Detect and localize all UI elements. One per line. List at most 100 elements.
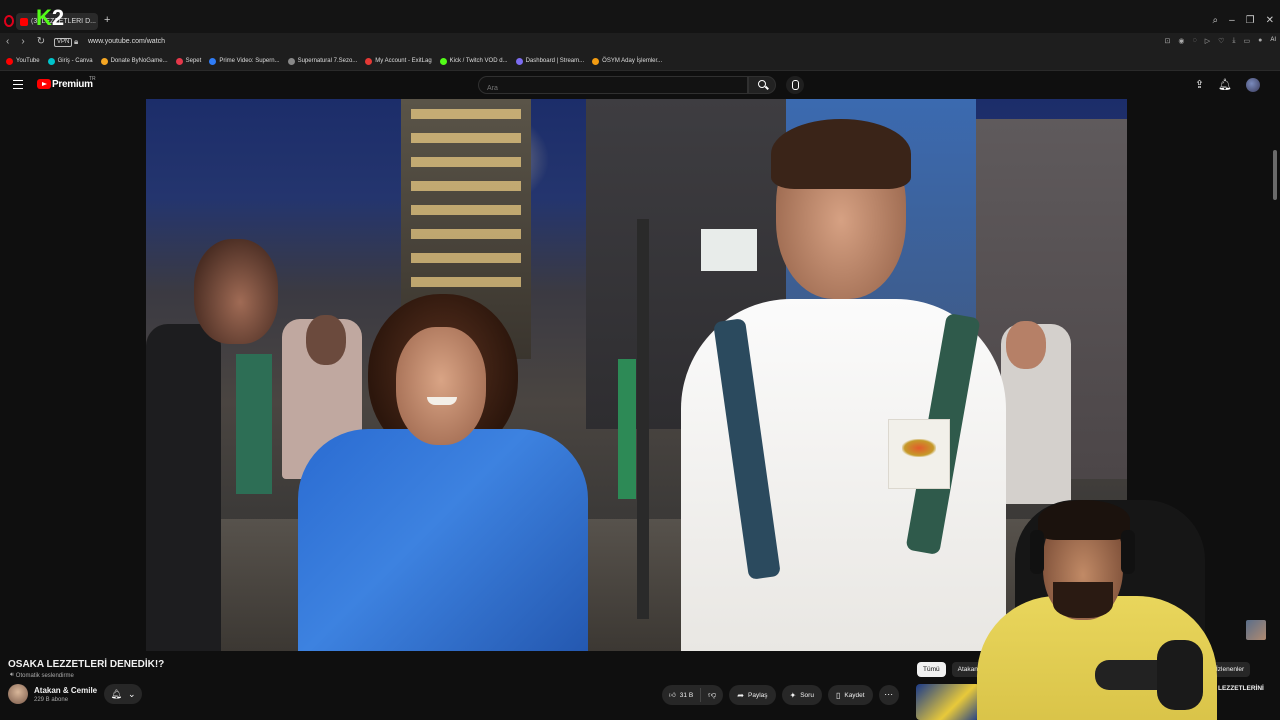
wallet-icon[interactable]: ▭ [1243,37,1250,45]
lock-icon[interactable]: 🔒︎ [74,37,78,47]
address-bar-actions: ⊡ ◉ ◌ ▷ ♡ ⤓ ▭ ● AI [1165,37,1276,45]
profile-icon[interactable]: ● [1258,37,1262,45]
bookmark-label: Supernatural 7.Sezo... [297,58,358,64]
search-icon [758,80,766,88]
subscription-bell-button[interactable]: 🔔︎ ⌄ [104,684,142,704]
save-button[interactable]: ▯ Kaydet [827,685,873,705]
bookmark-prime-video[interactable]: Prime Video: Supern... [209,57,280,65]
share-label: Paylaş [748,691,768,699]
prime-video-icon [209,57,217,65]
bookmarks-bar: YouTube Giriş - Canva Donate ByNoGame...… [0,52,1280,71]
camera-icon[interactable]: ◉ [1178,37,1184,45]
like-button[interactable]: 👍︎ 31 B [662,688,702,702]
youtube-icon [6,57,13,65]
back-icon[interactable]: ‹ [6,36,9,48]
extension-icon[interactable]: ◌ [1193,37,1197,45]
dislike-button[interactable]: 👎︎ [701,690,723,700]
nav-buttons: ‹ › ↻ [6,36,45,48]
recommended-video-thumbnail[interactable] [916,684,980,720]
bookmark-label: YouTube [16,58,40,64]
reload-icon[interactable]: ↻ [37,36,45,48]
auto-dub-label[interactable]: 🔊︎ Otomatik seslendirme [10,672,74,679]
k2-stream-logo: K2 [36,6,64,30]
dashboard-icon [515,57,523,65]
bell-icon: 🔔︎ [110,688,122,699]
auto-dub-text: Otomatik seslendirme [15,672,74,679]
notifications-bell-icon[interactable]: 🔔︎ [1218,78,1232,92]
dubbing-icon: 🔊︎ [10,672,14,678]
header-actions: ⇪ 🔔︎ [1195,78,1260,92]
person-left-body [146,324,221,651]
like-count: 31 B [679,691,694,699]
youtube-premium-logo[interactable]: Premium [52,79,93,90]
channel-avatar[interactable] [8,684,28,704]
page-icon [287,57,295,65]
close-icon[interactable]: ✕ [1266,15,1274,26]
woman-face [396,327,486,445]
search-box [478,76,748,97]
woman-body [298,429,588,651]
channel-name[interactable]: Atakan & Cemile [34,686,97,695]
search-input[interactable] [479,80,747,97]
bookmark-osym[interactable]: ÖSYM Aday İşlemler... [592,57,662,65]
chip-all[interactable]: Tümü [917,662,946,677]
canva-icon [47,57,55,65]
streamer-webcam-overlay [975,500,1225,720]
bookmark-bynogame[interactable]: Donate ByNoGame... [100,57,168,65]
man-hair [771,119,911,189]
share-button[interactable]: ➦ Paylaş [729,685,776,705]
tab-search-icon[interactable]: ⌕ [1212,15,1218,26]
video-actions: 👍︎ 31 B 👎︎ ➦ Paylaş ✦ Soru ▯ Kaydet ⋯ [662,685,899,705]
corner-thumbnail [1246,620,1266,640]
address-bar: ‹ › ↻ VPN 🔒︎ www.youtube.com/watch ⊡ ◉ ◌… [0,33,1280,52]
bookmark-supernatural[interactable]: Supernatural 7.Sezo... [287,57,358,65]
bookmark-label: Sepet [185,58,202,64]
thumbs-down-icon: 👎︎ [708,690,717,699]
upload-icon[interactable]: ⇪ [1195,78,1204,92]
ai-button[interactable]: AI [1270,37,1276,45]
k2-logo-k: K [36,5,52,30]
shield-icon [175,57,183,65]
streamer-beard [1053,582,1113,618]
bookmark-dashboard[interactable]: Dashboard | Stream... [515,57,584,65]
bookmark-label: Kick / Twitch VOD d... [449,58,508,64]
street-sign [701,229,757,271]
download-icon[interactable]: ⤓ [1232,37,1235,45]
bynogame-icon [100,57,108,65]
more-actions-button[interactable]: ⋯ [878,685,899,705]
heart-icon[interactable]: ♡ [1218,37,1224,45]
youtube-header: Premium TR ⇪ 🔔︎ [0,71,1280,99]
thumbs-up-icon: 👍︎ [669,692,676,699]
forward-icon[interactable]: › [21,36,24,48]
voice-search-button[interactable] [786,76,804,94]
opera-logo-icon[interactable] [4,15,14,27]
restore-icon[interactable]: ❐ [1246,15,1255,26]
shirt-logo [902,439,936,457]
player-icon[interactable]: ▷ [1205,37,1210,45]
ask-button[interactable]: ✦ Soru [781,685,822,705]
hamburger-menu-icon[interactable] [13,80,23,89]
video-title: OSAKA LEZZETLERİ DENEDİK!? [8,659,165,670]
bookmark-label: Prime Video: Supern... [219,58,280,64]
k2-logo-2: 2 [51,5,65,30]
bookmark-label: Giriş - Canva [57,58,93,64]
headset-icon [1030,530,1044,574]
vpn-badge[interactable]: VPN [54,38,73,47]
account-avatar[interactable] [1246,78,1260,92]
minimize-icon[interactable]: – [1229,15,1235,26]
bookmark-canva[interactable]: Giriş - Canva [47,57,93,65]
subscriber-count: 229 B abone [34,697,69,703]
bookmark-youtube[interactable]: YouTube [6,57,40,65]
save-label: Kaydet [844,691,865,699]
share-icon: ➦ [737,690,744,700]
bookmark-kick-vod[interactable]: Kick / Twitch VOD d... [439,57,508,65]
youtube-logo-icon[interactable] [37,79,51,89]
page-scrollbar[interactable] [1273,150,1277,200]
url-field[interactable]: www.youtube.com/watch [88,38,165,45]
screenshot-icon[interactable]: ⊡ [1165,37,1171,45]
bookmark-exitlag[interactable]: My Account - ExitLag [365,57,432,65]
search-button[interactable] [748,76,776,94]
new-tab-icon[interactable]: + [104,14,110,26]
bookmark-sepet[interactable]: Sepet [175,57,202,65]
region-code: TR [89,76,96,82]
